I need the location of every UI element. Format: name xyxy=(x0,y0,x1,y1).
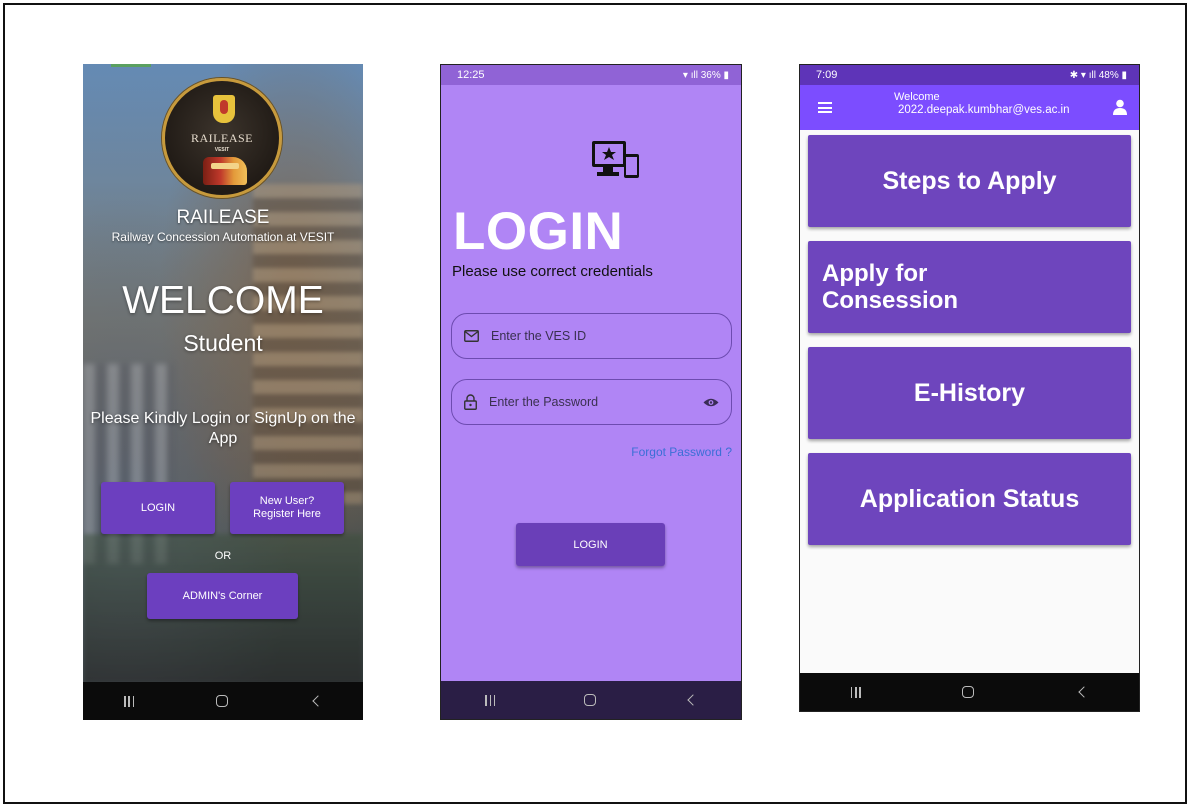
app-name: RAILEASE xyxy=(176,207,270,228)
password-input[interactable]: Enter the Password xyxy=(451,379,732,425)
or-divider: OR xyxy=(214,550,232,562)
admin-button-label: ADMIN's Corner xyxy=(182,590,263,602)
logo-title: RAILEASE xyxy=(191,131,253,145)
apply-for-concession-tile[interactable]: Apply for Consession xyxy=(808,241,1131,333)
battery-percent: 36% xyxy=(700,69,721,81)
recent-apps-icon[interactable] xyxy=(124,695,134,707)
signal-icon: ✱ ▾ ıll xyxy=(1069,69,1099,81)
train-icon xyxy=(203,157,247,185)
ves-id-placeholder: Enter the VES ID xyxy=(491,329,587,343)
phone-login-screen: 12:25 ▾ ıll 36% ▮ LOGIN Please use corre… xyxy=(440,64,742,720)
home-icon[interactable] xyxy=(216,695,228,707)
android-nav-bar xyxy=(83,682,363,720)
home-icon[interactable] xyxy=(962,686,975,698)
forgot-password-link[interactable]: Forgot Password ? xyxy=(631,445,732,459)
application-status-tile[interactable]: Application Status xyxy=(808,453,1131,545)
battery-icon: ▮ xyxy=(720,69,729,81)
login-button[interactable]: LOGIN xyxy=(101,482,215,534)
ves-id-input[interactable]: Enter the VES ID xyxy=(451,313,732,359)
page-title: LOGIN xyxy=(453,202,624,261)
back-icon[interactable] xyxy=(1078,686,1090,698)
register-line-1: New User? xyxy=(259,495,315,507)
lock-icon xyxy=(464,394,477,410)
android-nav-bar xyxy=(800,673,1139,711)
steps-to-apply-tile[interactable]: Steps to Apply xyxy=(808,135,1131,227)
status-battery: ▾ ıll 36% ▮ xyxy=(683,70,729,81)
phone-dashboard-screen: 7:09 ✱ ▾ ıll 48% ▮ Welcome 2022.deepak.k… xyxy=(799,64,1140,712)
page-subtitle: Please use correct credentials xyxy=(452,263,653,280)
menu-icon[interactable] xyxy=(818,102,832,113)
status-strip xyxy=(111,64,151,67)
apply-tile-label: Apply for Consession xyxy=(822,260,959,314)
register-line-2: Register Here xyxy=(253,508,321,520)
battery-icon: ▮ xyxy=(1118,69,1127,81)
home-icon[interactable] xyxy=(583,694,596,706)
back-icon[interactable] xyxy=(312,695,324,707)
status-time: 7:09 xyxy=(816,69,838,81)
welcome-heading: WELCOME xyxy=(122,279,324,322)
battery-percent: 48% xyxy=(1098,69,1119,81)
user-email: 2022.deepak.kumbhar@ves.ac.in xyxy=(898,104,1070,116)
submit-login-label: LOGIN xyxy=(573,538,608,551)
android-nav-bar xyxy=(441,681,741,719)
shield-icon xyxy=(213,95,235,123)
password-placeholder: Enter the Password xyxy=(489,395,599,409)
e-history-tile[interactable]: E-History xyxy=(808,347,1131,439)
role-label: Student xyxy=(183,330,263,356)
login-prompt: Please Kindly Login or SignUp on the App xyxy=(90,410,356,447)
admin-corner-button[interactable]: ADMIN's Corner xyxy=(147,573,298,619)
status-battery: ✱ ▾ ıll 48% ▮ xyxy=(1070,70,1127,81)
phone-welcome-screen: RAILEASE VESIT RAILEASE Railway Concessi… xyxy=(83,64,363,720)
recent-apps-icon[interactable] xyxy=(850,686,861,698)
back-icon[interactable] xyxy=(686,694,699,706)
status-time: 12:25 xyxy=(457,69,485,81)
logo-subtitle: VESIT xyxy=(214,147,230,153)
recent-apps-icon[interactable] xyxy=(485,694,496,706)
railease-logo: RAILEASE VESIT xyxy=(162,78,282,198)
signal-icon: ▾ ıll xyxy=(682,69,701,81)
person-icon[interactable] xyxy=(1113,99,1127,115)
mail-icon xyxy=(464,330,479,342)
register-button-label: New User? Register Here xyxy=(253,495,321,521)
devices-icon xyxy=(592,141,639,178)
login-button-label: LOGIN xyxy=(140,502,176,514)
welcome-label: Welcome xyxy=(894,91,940,103)
eye-icon[interactable] xyxy=(703,397,719,408)
submit-login-button[interactable]: LOGIN xyxy=(516,523,665,566)
status-bar: 12:25 ▾ ıll 36% ▮ xyxy=(441,65,741,85)
app-tagline: Railway Concession Automation at VESIT xyxy=(111,230,335,244)
app-bar: Welcome 2022.deepak.kumbhar@ves.ac.in xyxy=(800,85,1139,130)
register-button[interactable]: New User? Register Here xyxy=(230,482,344,534)
status-bar: 7:09 ✱ ▾ ıll 48% ▮ xyxy=(800,65,1139,85)
